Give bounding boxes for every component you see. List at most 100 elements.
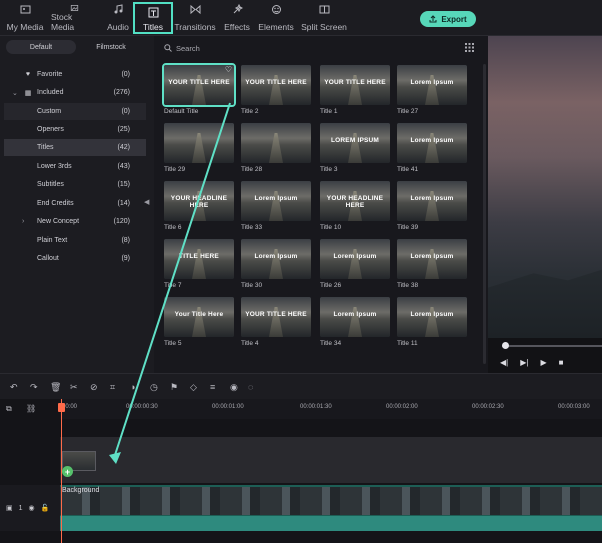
scrubber-handle[interactable] <box>502 342 509 349</box>
sidebar-item-custom[interactable]: Custom (0) <box>4 103 146 120</box>
eye-icon[interactable]: ◉ <box>29 504 35 512</box>
ruler-tick: 00:00:02:00 <box>386 404 418 410</box>
export-button[interactable]: Export <box>420 11 476 27</box>
category-sidebar: Default Filmstock ♥ Favorite (0) ⌄ ▦ Inc… <box>0 36 154 373</box>
tab-effects[interactable]: Effects <box>223 4 251 32</box>
adjust-icon[interactable]: ≡ <box>210 382 215 392</box>
title-card[interactable] <box>241 123 311 163</box>
sidebar-item-lower-3rds[interactable]: Lower 3rds (43) <box>4 158 146 175</box>
sidebar-item-count: (15) <box>117 181 130 188</box>
preview-panel: ◀| ▶| ▶ ■ <box>488 36 602 373</box>
link-icon[interactable]: ⛓ <box>26 404 36 413</box>
card-overlay-text: YOUR TITLE HERE <box>324 79 386 86</box>
tab-audio[interactable]: Audio <box>106 4 130 32</box>
title-card-label: Title 10 <box>320 224 342 231</box>
crop-icon[interactable]: ⌗ <box>110 382 115 393</box>
tab-stock-media[interactable]: Stock Media <box>51 4 97 32</box>
title-card-label: Title 30 <box>241 282 263 289</box>
title-card[interactable]: Lorem Ipsum <box>397 65 467 105</box>
sidebar-item-count: (0) <box>121 108 130 115</box>
title-card[interactable]: Lorem Ipsum <box>397 123 467 163</box>
frame-step-icon[interactable]: ▶| <box>520 358 528 367</box>
lock-icon[interactable]: 🔓 <box>41 504 50 512</box>
sidebar-item-callout[interactable]: Callout (9) <box>4 250 146 267</box>
step-back-icon[interactable]: ◀| <box>500 358 508 367</box>
sidebar-item-new-concept[interactable]: › New Concept (120) <box>4 213 146 230</box>
sidebar-item-titles[interactable]: Titles (42) <box>4 139 146 156</box>
tab-label: Titles <box>143 22 163 32</box>
sidebar-item-label: New Concept <box>37 218 80 225</box>
keyframe-icon[interactable]: ◇ <box>190 382 197 393</box>
title-card[interactable] <box>164 123 234 163</box>
preview-scrubber[interactable] <box>502 345 602 347</box>
timeline-toolbar: ↶ ↷ 🗑 ✂ ⊘ ⌗ ◑ ◷ ⚑ ◇ ≡ ◉ ◌ <box>0 373 602 399</box>
delete-icon[interactable]: 🗑 <box>50 382 61 393</box>
tab-label: My Media <box>6 22 44 32</box>
title-card[interactable]: Lorem Ipsum <box>397 297 467 337</box>
playhead[interactable] <box>61 399 62 543</box>
search-bar[interactable]: Search <box>164 41 484 55</box>
title-card-label: Title 38 <box>397 282 419 289</box>
tab-transitions[interactable]: Transitions <box>174 4 216 32</box>
title-card[interactable]: YOUR TITLE HERE ♡ <box>162 63 236 107</box>
title-card[interactable]: YOUR TITLE HERE <box>241 65 311 105</box>
title-card-label: Title 41 <box>397 166 419 173</box>
segment-filmstock[interactable]: Filmstock <box>76 40 146 54</box>
sidebar-item-favorite[interactable]: ♥ Favorite (0) <box>4 66 146 83</box>
title-card[interactable]: Your Title Here <box>164 297 234 337</box>
sidebar-item-openers[interactable]: Openers (25) <box>4 121 146 138</box>
video-clip[interactable] <box>60 487 602 515</box>
sidebar-item-subtitles[interactable]: Subtitles (15) <box>4 176 146 193</box>
cut-icon[interactable]: ✂ <box>70 382 78 393</box>
title-card[interactable]: Lorem Ipsum <box>320 297 390 337</box>
marker-icon[interactable]: ⚑ <box>170 382 178 393</box>
tab-my-media[interactable]: My Media <box>6 4 44 32</box>
title-card[interactable]: LOREM IPSUM <box>320 123 390 163</box>
title-card[interactable]: TITLE HERE <box>164 239 234 279</box>
title-card[interactable]: Lorem Ipsum <box>241 239 311 279</box>
search-input[interactable]: Search <box>176 44 200 53</box>
stop-icon[interactable]: ■ <box>559 358 564 367</box>
sidebar-item-plain-text[interactable]: Plain Text (8) <box>4 232 146 249</box>
tab-titles[interactable]: Titles <box>133 2 173 34</box>
transitions-icon <box>190 4 200 15</box>
sidebar-item-count: (9) <box>121 255 130 262</box>
title-card[interactable]: Lorem Ipsum <box>397 239 467 279</box>
collapse-sidebar-icon[interactable]: ◀ <box>144 198 149 206</box>
title-track[interactable] <box>60 437 602 483</box>
audio-icon[interactable]: ◉ <box>230 382 238 393</box>
title-card[interactable]: Lorem Ipsum <box>241 181 311 221</box>
title-card[interactable]: Lorem Ipsum <box>397 181 467 221</box>
record-icon[interactable]: ◌ <box>248 382 253 392</box>
top-toolbar: My Media Stock Media Audio Titles Transi… <box>0 0 602 36</box>
export-icon <box>429 15 437 23</box>
card-overlay-text: Lorem Ipsum <box>254 195 298 202</box>
play-icon[interactable]: ▶ <box>540 358 546 367</box>
sidebar-item-included[interactable]: ⌄ ▦ Included (276) <box>4 84 146 101</box>
card-overlay-text: Lorem Ipsum <box>410 253 454 260</box>
sidebar-item-count: (0) <box>121 71 130 78</box>
title-card[interactable]: YOUR HEADLINE HERE <box>320 181 390 221</box>
title-card[interactable]: YOUR HEADLINE HERE <box>164 181 234 221</box>
add-track-icon[interactable]: ⧉ <box>6 404 12 414</box>
title-card[interactable]: Lorem Ipsum <box>320 239 390 279</box>
tab-split-screen[interactable]: Split Screen <box>301 4 347 32</box>
timeline-ruler[interactable]: 00:00 00:00:00:30 00:00:01:00 00:00:01:3… <box>60 399 602 419</box>
tag-icon[interactable]: ⊘ <box>90 382 98 393</box>
favorite-heart-icon[interactable]: ♡ <box>225 65 232 74</box>
playhead-handle[interactable] <box>58 403 65 412</box>
titles-icon <box>148 7 158 18</box>
sidebar-item-end-credits[interactable]: End Credits (14) <box>4 195 146 212</box>
segment-default[interactable]: Default <box>6 40 76 54</box>
redo-icon[interactable]: ↷ <box>30 382 38 393</box>
title-card-label: Title 39 <box>397 224 419 231</box>
undo-icon[interactable]: ↶ <box>10 382 18 393</box>
grid-view-icon[interactable] <box>465 43 474 54</box>
title-card-label: Title 3 <box>320 166 338 173</box>
speed-icon[interactable]: ◷ <box>150 382 158 393</box>
library-scrollbar[interactable] <box>483 64 486 364</box>
color-icon[interactable]: ◑ <box>130 382 135 392</box>
tab-elements[interactable]: Elements <box>258 4 294 32</box>
title-card[interactable]: YOUR TITLE HERE <box>241 297 311 337</box>
title-card[interactable]: YOUR TITLE HERE <box>320 65 390 105</box>
